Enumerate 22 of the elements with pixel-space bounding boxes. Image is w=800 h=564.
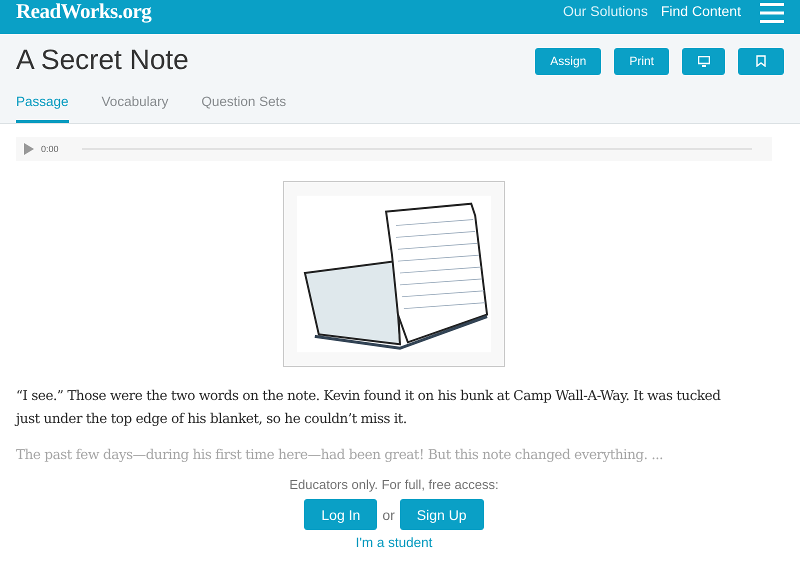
tab[interactable]: Vocabulary (102, 86, 168, 123)
bookmark-button[interactable] (738, 48, 784, 74)
access-prompt: Educators only. For full, free access: (289, 477, 499, 492)
monitor-icon (698, 56, 710, 66)
present-button[interactable] (682, 48, 725, 74)
student-link[interactable]: I'm a student (356, 535, 432, 550)
action-button[interactable]: Assign (535, 48, 602, 74)
bookmark-icon (756, 55, 766, 67)
action-button[interactable]: Print (614, 48, 669, 74)
or-label: or (382, 506, 395, 522)
tab[interactable]: Passage (16, 86, 69, 123)
tab[interactable]: Question Sets (201, 86, 286, 123)
nav-link[interactable]: Find Content (660, 3, 741, 19)
passage-paragraph: “I see.” Those were the two words on the note. Kevin found it on his bunk at Camp Wall-A-Way. It was tucked just under the top edge of his blanket, so he couldn’t miss it. (16, 387, 722, 429)
play-icon[interactable] (24, 143, 34, 155)
page-title: A Secret Note (16, 44, 189, 76)
nav-link[interactable]: Our Solutions (563, 3, 648, 19)
passage-paragraph: The past few days—during his first time here—had been great! But this note changed everything. ... (16, 446, 664, 465)
login-button[interactable]: Log In (304, 499, 378, 530)
signup-button[interactable]: Sign Up (400, 499, 484, 530)
audio-time: 0:00 (41, 144, 59, 154)
menu-icon[interactable] (760, 3, 784, 23)
